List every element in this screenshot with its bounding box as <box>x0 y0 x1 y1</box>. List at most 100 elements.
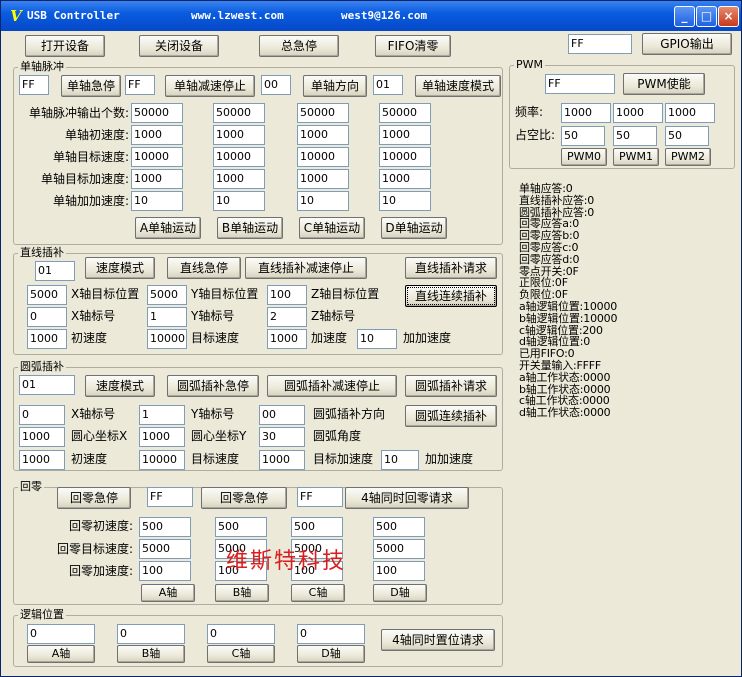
pwm0-button[interactable]: PWM0 <box>561 148 607 166</box>
home-value-1[interactable]: FF <box>147 487 193 507</box>
arc-target-speed-input[interactable]: 10000 <box>139 450 185 470</box>
home-estop-button-2[interactable]: 回零急停 <box>201 487 287 509</box>
linear-acc-input[interactable]: 1000 <box>267 329 307 349</box>
single-grid-cell[interactable]: 10000 <box>213 147 265 167</box>
linear-target-speed-input[interactable]: 10000 <box>147 329 187 349</box>
single-grid-cell[interactable]: 10 <box>213 191 265 211</box>
linear-request-button[interactable]: 直线插补请求 <box>405 257 497 279</box>
arc-jerk-input[interactable]: 10 <box>381 450 419 470</box>
single-grid-cell[interactable]: 10000 <box>379 147 431 167</box>
logic-a-input[interactable]: 0 <box>27 624 95 644</box>
single-grid-cell[interactable]: 1000 <box>297 169 349 189</box>
logic-d-input[interactable]: 0 <box>297 624 365 644</box>
logic-4axis-set-button[interactable]: 4轴同时置位请求 <box>381 629 495 651</box>
linear-y-target-input[interactable]: 5000 <box>147 285 187 305</box>
pwm2-button[interactable]: PWM2 <box>665 148 711 166</box>
single-grid-cell[interactable]: 10 <box>379 191 431 211</box>
home-grid-cell[interactable]: 500 <box>373 517 425 537</box>
logic-b-input[interactable]: 0 <box>117 624 185 644</box>
gpio-value-input[interactable]: FF <box>568 34 632 54</box>
pwm2-duty-input[interactable]: 50 <box>665 126 709 146</box>
pwm-value-input[interactable]: FF <box>545 74 615 94</box>
arc-y-axis-input[interactable]: 1 <box>139 405 185 425</box>
home-value-2[interactable]: FF <box>297 487 343 507</box>
maximize-button[interactable]: □ <box>696 6 717 27</box>
pwm0-freq-input[interactable]: 1000 <box>561 103 611 123</box>
single-grid-cell[interactable]: 50000 <box>297 103 349 123</box>
arc-dec-stop-button[interactable]: 圆弧插补减速停止 <box>267 375 397 397</box>
single-grid-cell[interactable]: 1000 <box>213 169 265 189</box>
linear-x-target-input[interactable]: 5000 <box>27 285 67 305</box>
home-axis-a-button[interactable]: A轴 <box>141 584 195 602</box>
pwm1-duty-input[interactable]: 50 <box>613 126 657 146</box>
arc-angle-input[interactable]: 30 <box>259 427 305 447</box>
single-grid-cell[interactable]: 10000 <box>131 147 183 167</box>
arc-center-y-input[interactable]: 1000 <box>139 427 185 447</box>
single-grid-cell[interactable]: 10 <box>131 191 183 211</box>
arc-acc-input[interactable]: 1000 <box>259 450 305 470</box>
pwm0-duty-input[interactable]: 50 <box>561 126 605 146</box>
linear-mode-value[interactable]: 01 <box>35 261 75 281</box>
linear-jerk-input[interactable]: 10 <box>357 329 397 349</box>
arc-dir-input[interactable]: 00 <box>259 405 305 425</box>
home-grid-cell[interactable]: 500 <box>215 517 267 537</box>
single-grid-cell[interactable]: 10 <box>297 191 349 211</box>
emergency-stop-button[interactable]: 总急停 <box>259 35 339 57</box>
linear-dec-stop-button[interactable]: 直线插补减速停止 <box>245 257 367 279</box>
single-grid-cell[interactable]: 50000 <box>379 103 431 123</box>
logic-c-input[interactable]: 0 <box>207 624 275 644</box>
pwm1-freq-input[interactable]: 1000 <box>613 103 663 123</box>
single-dec-stop-button[interactable]: 单轴减速停止 <box>165 75 255 97</box>
single-speed-mode-button[interactable]: 单轴速度模式 <box>415 75 501 97</box>
arc-continuous-button[interactable]: 圆弧连续插补 <box>405 405 497 427</box>
home-axis-d-button[interactable]: D轴 <box>373 584 427 602</box>
linear-z-axis-input[interactable]: 2 <box>267 307 307 327</box>
linear-x-axis-input[interactable]: 0 <box>27 307 67 327</box>
single-move-d-button[interactable]: D单轴运动 <box>381 217 447 239</box>
single-move-c-button[interactable]: C单轴运动 <box>299 217 365 239</box>
logic-axis-a-button[interactable]: A轴 <box>27 645 95 663</box>
close-button[interactable]: × <box>718 6 739 27</box>
single-dir-value[interactable]: 00 <box>261 75 291 95</box>
pwm-enable-button[interactable]: PWM使能 <box>623 73 705 95</box>
single-move-a-button[interactable]: A单轴运动 <box>135 217 201 239</box>
arc-speed-mode-button[interactable]: 速度模式 <box>85 375 155 397</box>
arc-init-speed-input[interactable]: 1000 <box>19 450 65 470</box>
logic-axis-d-button[interactable]: D轴 <box>297 645 365 663</box>
single-grid-cell[interactable]: 1000 <box>213 125 265 145</box>
single-grid-cell[interactable]: 10000 <box>297 147 349 167</box>
minimize-button[interactable]: _ <box>674 6 695 27</box>
home-grid-cell[interactable]: 500 <box>139 517 191 537</box>
single-estop-value[interactable]: FF <box>19 75 49 95</box>
home-axis-c-button[interactable]: C轴 <box>291 584 345 602</box>
single-grid-cell[interactable]: 1000 <box>131 125 183 145</box>
single-dec-value[interactable]: FF <box>125 75 155 95</box>
home-estop-button-1[interactable]: 回零急停 <box>57 487 131 509</box>
fifo-clear-button[interactable]: FIFO清零 <box>375 35 451 57</box>
single-grid-cell[interactable]: 1000 <box>379 125 431 145</box>
home-grid-cell[interactable]: 100 <box>139 561 191 581</box>
arc-center-x-input[interactable]: 1000 <box>19 427 65 447</box>
single-move-b-button[interactable]: B单轴运动 <box>217 217 283 239</box>
home-4axis-request-button[interactable]: 4轴同时回零请求 <box>345 487 469 509</box>
home-axis-b-button[interactable]: B轴 <box>215 584 269 602</box>
single-speed-value[interactable]: 01 <box>373 75 403 95</box>
home-grid-cell[interactable]: 5000 <box>373 539 425 559</box>
logic-axis-c-button[interactable]: C轴 <box>207 645 275 663</box>
arc-request-button[interactable]: 圆弧插补请求 <box>405 375 497 397</box>
linear-init-speed-input[interactable]: 1000 <box>27 329 67 349</box>
open-device-button[interactable]: 打开设备 <box>25 35 105 57</box>
arc-mode-value[interactable]: 01 <box>19 375 75 395</box>
single-grid-cell[interactable]: 1000 <box>131 169 183 189</box>
single-dir-button[interactable]: 单轴方向 <box>303 75 367 97</box>
home-grid-cell[interactable]: 100 <box>373 561 425 581</box>
pwm2-freq-input[interactable]: 1000 <box>665 103 715 123</box>
home-grid-cell[interactable]: 500 <box>291 517 343 537</box>
title-bar[interactable]: V USB Controller www.lzwest.com west9@12… <box>1 1 741 31</box>
single-grid-cell[interactable]: 50000 <box>131 103 183 123</box>
arc-x-axis-input[interactable]: 0 <box>19 405 65 425</box>
linear-continuous-button[interactable]: 直线连续插补 <box>405 285 497 307</box>
linear-estop-button[interactable]: 直线急停 <box>167 257 241 279</box>
single-grid-cell[interactable]: 1000 <box>379 169 431 189</box>
gpio-output-button[interactable]: GPIO输出 <box>642 33 732 55</box>
